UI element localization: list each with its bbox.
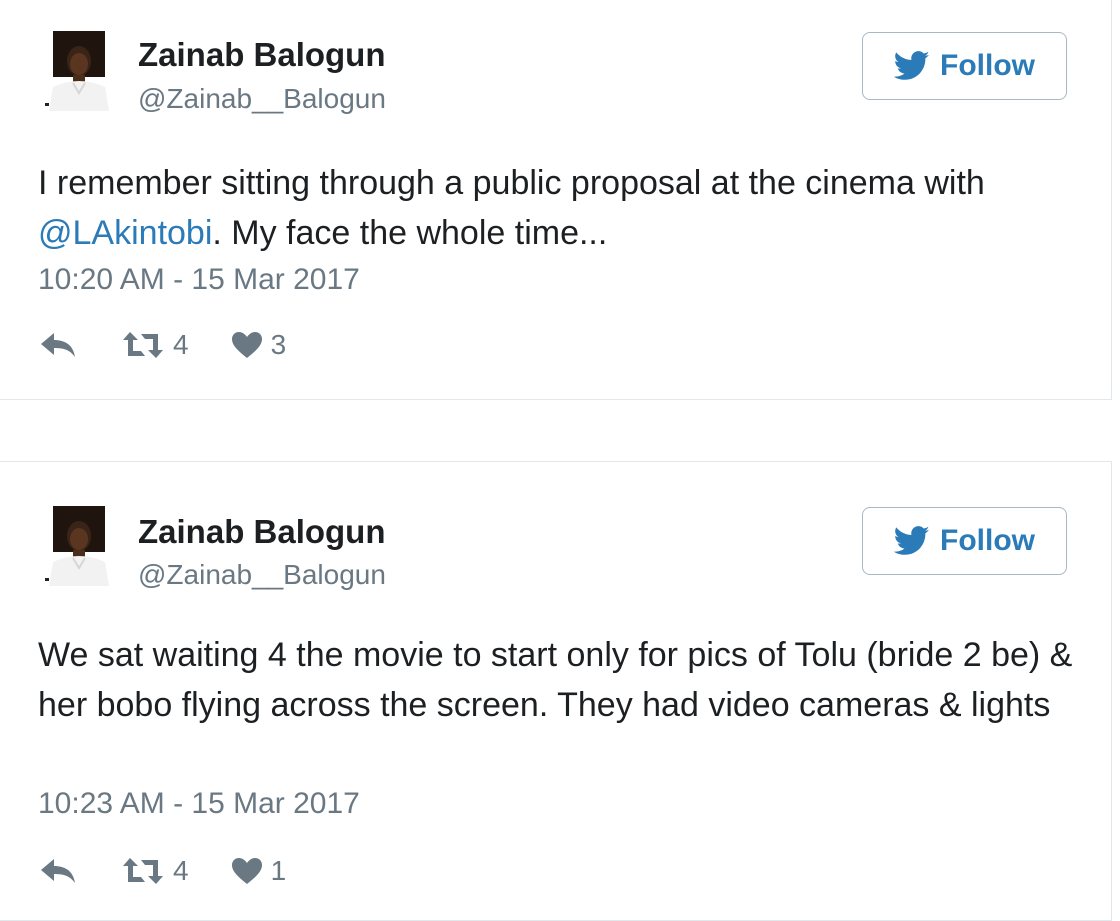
tweet-timestamp[interactable]: 10:20 AM - 15 Mar 2017 [38,263,360,297]
retweet-count: 4 [173,855,189,886]
avatar[interactable] [45,506,113,586]
tweet-text-part: . My face the whole time... [212,214,608,252]
tweet-actions: 4 3 [40,327,286,363]
tweet-timestamp[interactable]: 10:23 AM - 15 Mar 2017 [38,787,360,821]
like-count: 1 [270,855,287,886]
like-button[interactable]: 1 [231,855,287,887]
author-handle[interactable]: @Zainab__Balogun [138,83,386,115]
tweet-text: We sat waiting 4 the movie to start only… [38,636,1073,724]
follow-button[interactable]: Follow [862,507,1067,575]
retweet-button[interactable]: 4 [121,855,189,887]
twitter-bird-icon [894,51,930,80]
heart-icon [231,858,262,884]
avatar[interactable] [45,31,113,111]
tweet-text: I remember sitting through a public prop… [38,158,1078,258]
like-button[interactable]: 3 [231,329,287,361]
tweet-actions: 4 1 [40,853,286,889]
tweet-card: Zainab Balogun @Zainab__Balogun Follow W… [0,461,1112,921]
author-name[interactable]: Zainab Balogun [138,513,386,551]
follow-label: Follow [940,524,1035,557]
twitter-bird-icon [894,526,930,555]
reply-icon [41,333,75,357]
follow-label: Follow [940,49,1035,82]
author-handle[interactable]: @Zainab__Balogun [138,559,386,591]
retweet-icon [123,858,163,884]
retweet-button[interactable]: 4 [121,329,189,361]
like-count: 3 [270,329,287,360]
reply-button[interactable] [40,330,76,360]
reply-button[interactable] [40,856,76,886]
retweet-count: 4 [173,329,189,360]
heart-icon [231,332,262,358]
mention-link[interactable]: @LAkintobi [38,214,212,252]
retweet-icon [123,332,163,358]
follow-button[interactable]: Follow [862,32,1067,100]
tweet-card: Zainab Balogun @Zainab__Balogun Follow I… [0,0,1112,400]
tweet-separator [0,400,1120,461]
reply-icon [41,859,75,883]
author-name[interactable]: Zainab Balogun [138,36,386,74]
tweet-text-part: I remember sitting through a public prop… [38,164,985,202]
